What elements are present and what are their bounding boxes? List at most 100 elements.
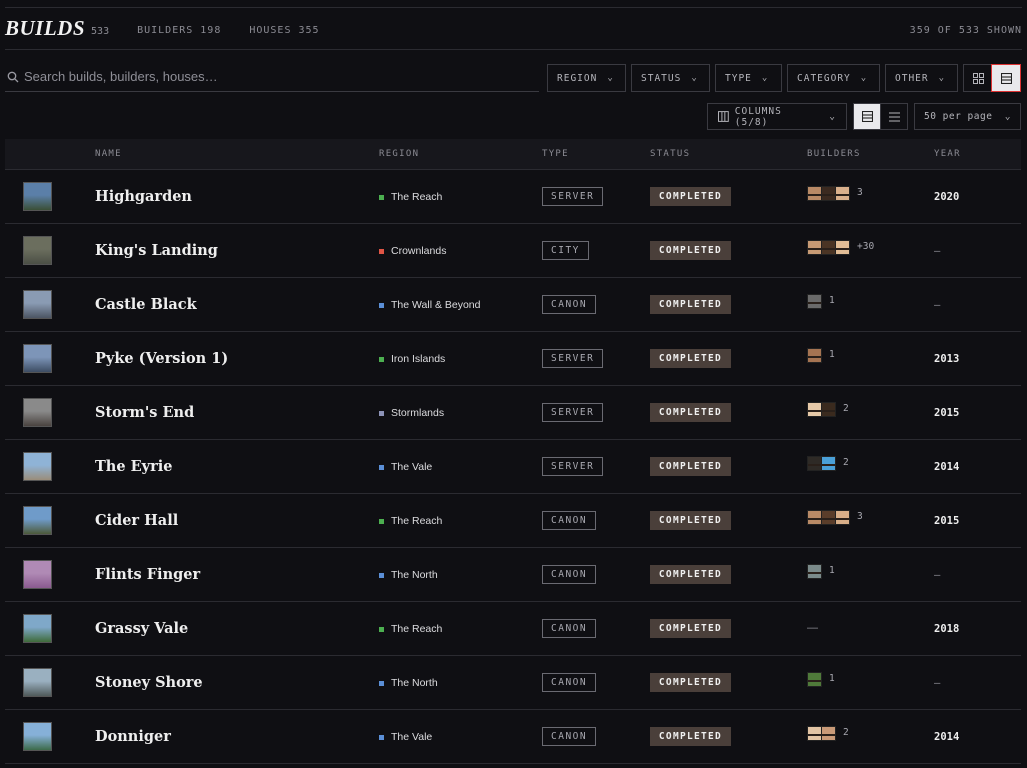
build-thumbnail[interactable] [23,668,52,697]
filter-status[interactable]: STATUS ⌄ [631,64,710,92]
col-builders-header[interactable]: BUILDERS [807,149,861,159]
stats-bar: BUILDS 533 BUILDERS 198 HOUSES 355 359 O… [5,8,1022,50]
col-year-header[interactable]: YEAR [934,149,961,159]
filter-category[interactable]: CATEGORY ⌄ [787,64,880,92]
table-row[interactable]: The Eyrie The Vale SERVER COMPLETED 2 20… [5,440,1021,494]
builders-count: 2 [843,403,849,414]
builders-stat[interactable]: BUILDERS 198 [137,25,221,36]
builders-cell[interactable]: 1 [807,672,835,687]
year-cell: 2014 [934,731,960,743]
houses-stat[interactable]: HOUSES 355 [249,25,319,36]
status-badge: COMPLETED [650,457,731,476]
build-name[interactable]: Cider Hall [95,512,178,529]
table-row[interactable]: King's Landing Crownlands CITY COMPLETED… [5,224,1021,278]
col-name-header[interactable]: NAME [95,149,122,159]
build-name[interactable]: The Eyrie [95,458,172,475]
search-input[interactable] [24,69,524,84]
builders-count: 1 [829,565,835,576]
build-name[interactable]: Donniger [95,728,171,745]
build-thumbnail[interactable] [23,344,52,373]
build-thumbnail[interactable] [23,236,52,265]
region-color-dot [379,734,384,740]
table-row[interactable]: Flints Finger The North CANON COMPLETED … [5,548,1021,602]
build-thumbnail[interactable] [23,290,52,319]
type-badge: SERVER [542,457,604,476]
builder-avatar[interactable] [821,402,836,417]
table-row[interactable]: Highgarden The Reach SERVER COMPLETED 3 … [5,170,1021,224]
table-row[interactable]: Storm's End Stormlands SERVER COMPLETED … [5,386,1021,440]
build-name[interactable]: Flints Finger [95,566,200,583]
builders-cell[interactable]: 3 [807,510,863,525]
table-view-button[interactable] [991,64,1021,92]
build-name[interactable]: Grassy Vale [95,620,188,637]
col-type-header[interactable]: TYPE [542,149,569,159]
table-row[interactable]: Castle Black The Wall & Beyond CANON COM… [5,278,1021,332]
build-name[interactable]: Pyke (Version 1) [95,350,228,367]
build-name[interactable]: Castle Black [95,296,197,313]
builders-cell[interactable]: +30 [807,240,874,255]
builders-cell[interactable]: 1 [807,348,835,363]
builder-avatar[interactable] [821,240,836,255]
builder-avatar[interactable] [835,240,850,255]
builders-cell[interactable]: 1 [807,564,835,579]
build-thumbnail[interactable] [23,614,52,643]
builder-avatar[interactable] [807,186,822,201]
col-region-header[interactable]: REGION [379,149,419,159]
table-row[interactable]: Donniger The Vale CANON COMPLETED 2 2014 [5,710,1021,764]
builders-cell[interactable]: 1 [807,294,835,309]
builder-avatar[interactable] [821,510,836,525]
builder-avatar[interactable] [807,726,822,741]
type-badge: SERVER [542,187,604,206]
builder-avatar[interactable] [807,510,822,525]
filter-other[interactable]: OTHER ⌄ [885,64,958,92]
builder-avatar[interactable] [835,510,850,525]
build-thumbnail[interactable] [23,722,52,751]
build-name[interactable]: King's Landing [95,242,218,259]
table-row[interactable]: Grassy Vale The Reach CANON COMPLETED — … [5,602,1021,656]
builder-avatar[interactable] [807,672,822,687]
builder-avatar[interactable] [821,726,836,741]
region-cell: Crownlands [379,245,446,257]
compact-density-button[interactable] [880,103,908,130]
build-thumbnail[interactable] [23,506,52,535]
table-row[interactable]: Stoney Shore The North CANON COMPLETED 1… [5,656,1021,710]
table-row[interactable]: Cider Hall The Reach CANON COMPLETED 3 2… [5,494,1021,548]
region-cell: The North [379,569,438,581]
region-cell: The North [379,677,438,689]
build-thumbnail[interactable] [23,182,52,211]
builder-avatar[interactable] [807,348,822,363]
build-name[interactable]: Storm's End [95,404,194,421]
comfortable-density-button[interactable] [853,103,881,130]
builder-avatar[interactable] [835,186,850,201]
build-thumbnail[interactable] [23,398,52,427]
builder-avatar[interactable] [807,294,822,309]
builders-cell[interactable]: 3 [807,186,863,201]
builder-avatar[interactable] [807,564,822,579]
filter-type[interactable]: TYPE ⌄ [715,64,782,92]
col-status-header[interactable]: STATUS [650,149,690,159]
builders-cell[interactable]: 2 [807,402,849,417]
build-name[interactable]: Stoney Shore [95,674,203,691]
per-page-value: 50 per page [924,111,993,122]
per-page-select[interactable]: 50 per page ⌄ [914,103,1021,130]
builder-avatar[interactable] [807,456,822,471]
type-badge: CANON [542,511,597,530]
builder-avatar[interactable] [807,240,822,255]
build-name[interactable]: Highgarden [95,188,192,205]
columns-button[interactable]: COLUMNS (5/8) ⌄ [707,103,847,130]
type-badge: CITY [542,241,589,260]
table-row[interactable]: Pyke (Version 1) Iron Islands SERVER COM… [5,332,1021,386]
builders-cell[interactable]: 2 [807,456,849,471]
region-color-dot [379,464,384,470]
search-icon [7,71,19,82]
search-bar[interactable] [5,62,539,92]
build-thumbnail[interactable] [23,452,52,481]
grid-view-button[interactable] [963,64,993,92]
builder-avatar[interactable] [821,456,836,471]
filter-region[interactable]: REGION ⌄ [547,64,626,92]
builder-avatar[interactable] [821,186,836,201]
builders-cell[interactable]: 2 [807,726,849,741]
region-label: The Vale [391,731,433,743]
build-thumbnail[interactable] [23,560,52,589]
builder-avatar[interactable] [807,402,822,417]
